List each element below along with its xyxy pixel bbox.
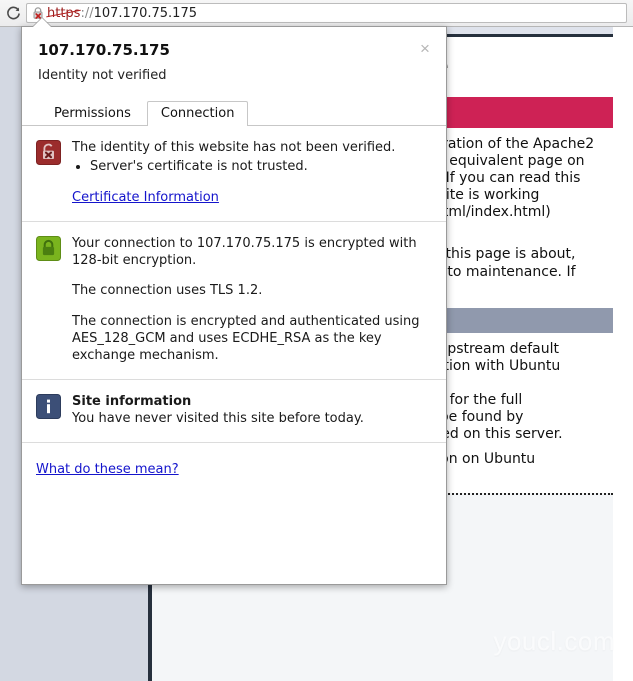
connection-section: Your connection to 107.170.75.175 is enc… bbox=[22, 222, 446, 381]
popup-arrow bbox=[33, 18, 51, 27]
info-blue-icon bbox=[36, 394, 61, 420]
identity-status: Identity not verified bbox=[38, 68, 167, 83]
connection-text: Your connection to 107.170.75.175 is enc… bbox=[72, 236, 430, 365]
certificate-information-link[interactable]: Certificate Information bbox=[72, 190, 219, 207]
lock-green-icon bbox=[36, 235, 61, 261]
certificate-information-wrap: Certificate Information bbox=[72, 190, 395, 207]
identity-bullet: Server's certificate is not trusted. bbox=[90, 159, 395, 176]
popup-title: 107.170.75.175 bbox=[38, 41, 170, 59]
identity-heading: The identity of this website has not bee… bbox=[72, 140, 396, 155]
url-text[interactable]: https://107.170.75.175 bbox=[47, 7, 197, 20]
broken-lock-red-icon bbox=[36, 140, 61, 165]
url-scheme: https bbox=[47, 5, 81, 21]
site-information-heading: Site information bbox=[72, 394, 192, 410]
popup-header: 107.170.75.175 Identity not verified × bbox=[22, 27, 446, 83]
what-do-these-mean-link[interactable]: What do these mean? bbox=[36, 462, 179, 477]
reload-icon[interactable] bbox=[0, 0, 26, 26]
tab-connection[interactable]: Connection bbox=[146, 101, 249, 127]
popup-footer: What do these mean? bbox=[22, 443, 446, 477]
identity-section: The identity of this website has not bee… bbox=[22, 126, 446, 222]
connection-encryption-line: Your connection to 107.170.75.175 is enc… bbox=[72, 235, 417, 268]
url-host: 107.170.75.175 bbox=[93, 5, 197, 21]
close-icon[interactable]: × bbox=[417, 40, 433, 57]
identity-text: The identity of this website has not bee… bbox=[72, 140, 395, 207]
connection-tls-line: The connection uses TLS 1.2. bbox=[72, 283, 263, 299]
site-information-section: Site information You have never visited … bbox=[22, 380, 446, 443]
popup-tabs: Permissions Connection bbox=[22, 101, 446, 127]
identity-bullets: Server's certificate is not trusted. bbox=[72, 159, 395, 176]
site-information-text: Site information You have never visited … bbox=[72, 394, 364, 428]
url-separator: :// bbox=[80, 5, 94, 21]
tab-permissions[interactable]: Permissions bbox=[40, 101, 145, 126]
site-information-detail: You have never visited this site before … bbox=[72, 410, 364, 426]
connection-cipher-line: The connection is encrypted and authenti… bbox=[72, 314, 420, 364]
browser-toolbar: https://107.170.75.175 bbox=[0, 0, 633, 27]
url-bar[interactable]: https://107.170.75.175 bbox=[26, 3, 627, 23]
site-info-popup: 107.170.75.175 Identity not verified × P… bbox=[21, 26, 447, 585]
